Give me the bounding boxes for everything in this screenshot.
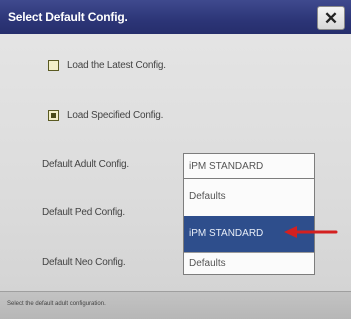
default-ped-config-label: Default Ped Config. xyxy=(42,207,125,218)
status-text: Select the default adult configuration. xyxy=(7,301,106,307)
close-button[interactable]: ✕ xyxy=(317,6,345,30)
default-neo-config-label: Default Neo Config. xyxy=(42,257,126,268)
load-latest-option[interactable]: Load the Latest Config. xyxy=(48,57,166,73)
default-adult-config-label: Default Adult Config. xyxy=(42,159,129,170)
select-default-config-dialog: Select Default Config. ✕ Load the Latest… xyxy=(0,0,351,319)
load-specified-checkbox[interactable] xyxy=(48,109,59,121)
select-current-value: iPM STANDARD xyxy=(189,161,264,172)
dropdown-option-defaults-neo[interactable]: Defaults xyxy=(184,253,314,274)
status-bar: Select the default adult configuration. xyxy=(0,291,351,319)
load-specified-option[interactable]: Load Specified Config. xyxy=(48,107,163,123)
close-icon: ✕ xyxy=(323,9,339,28)
load-latest-checkbox[interactable] xyxy=(48,59,59,71)
load-latest-label: Load the Latest Config. xyxy=(67,59,166,71)
dialog-titlebar: Select Default Config. ✕ xyxy=(0,0,351,34)
dialog-title: Select Default Config. xyxy=(8,10,128,24)
red-arrow-annotation xyxy=(284,226,338,238)
dropdown-option-defaults[interactable]: Defaults xyxy=(184,179,314,215)
load-specified-label: Load Specified Config. xyxy=(67,109,164,121)
default-adult-config-select[interactable]: iPM STANDARD xyxy=(183,153,315,179)
